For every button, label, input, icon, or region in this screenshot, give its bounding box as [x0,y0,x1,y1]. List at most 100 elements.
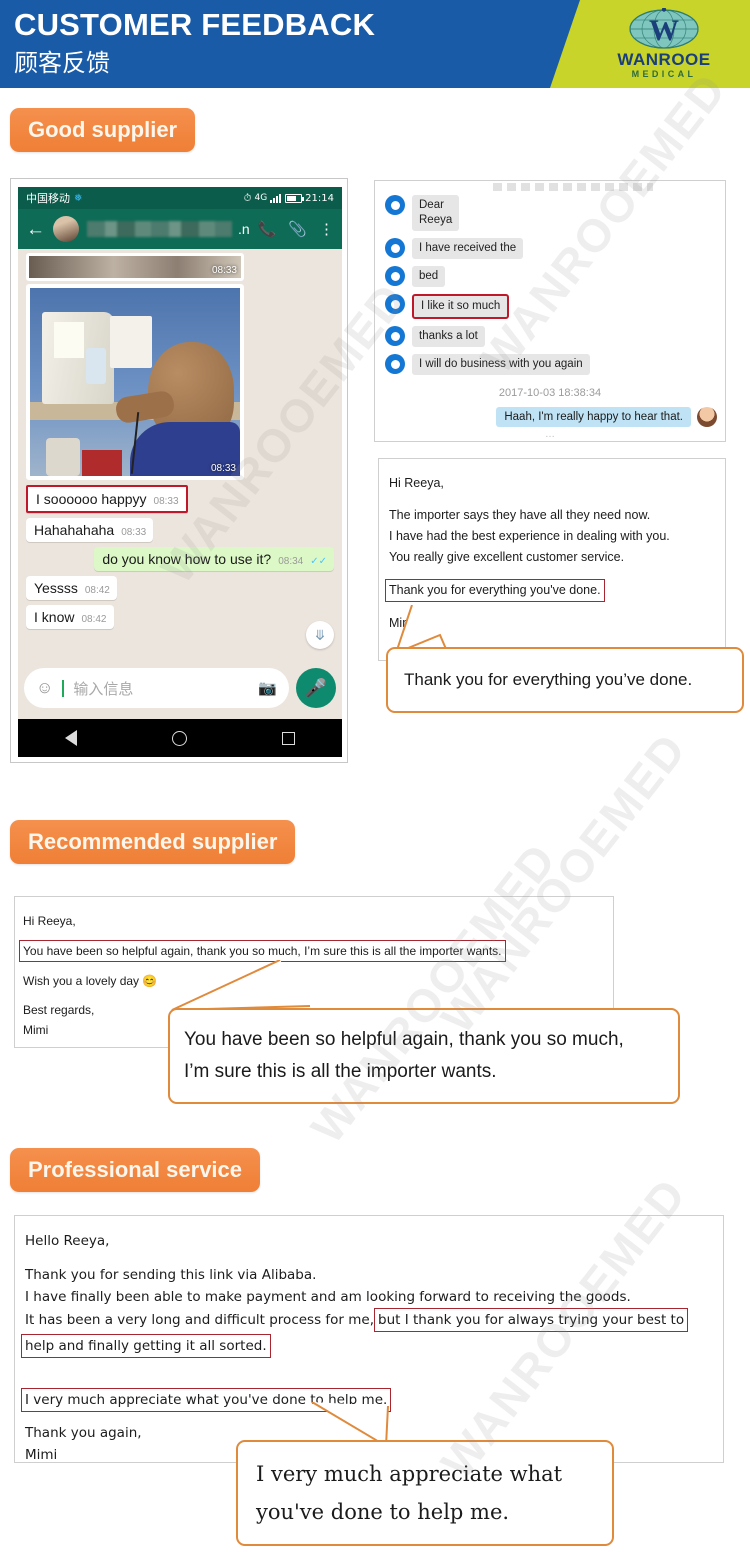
clock-label: 21:14 [305,192,334,204]
avatar [53,216,79,242]
avatar [697,407,717,427]
chat-bubble-incoming[interactable]: bed [412,266,446,287]
email-greeting: Hi Reeya, [23,914,76,928]
chat-bubble-incoming[interactable]: thanks a lot [412,326,485,347]
phone-icon[interactable]: 📞 [258,220,277,238]
avatar [385,195,405,215]
email-line: I have finally been able to make payment… [25,1289,631,1305]
header-title-group: CUSTOMER FEEDBACK 顾客反馈 [14,4,375,80]
message-text: I know [34,609,75,625]
microphone-icon[interactable]: 🎤 [296,668,336,708]
brand-logo: W WANROOE MEDICAL [578,0,750,88]
chat-bubble-incoming[interactable]: Hahahahaha 08:33 [26,518,154,542]
avatar [385,238,405,258]
email-greeting: Hello Reeya, [25,1233,110,1249]
web-chat-screenshot: Dear Reeya I have received the bed I lik… [374,180,726,442]
chat-row: do you know how to use it? 08:34 ✓✓ [26,542,334,571]
email-line: I have had the best experience in dealin… [389,529,670,543]
chat-bubble-incoming[interactable]: Yessss 08:42 [26,576,117,600]
paperclip-icon[interactable]: 📎 [288,220,307,238]
battery-icon [285,193,305,203]
message-text: Hahahahaha [34,522,115,538]
email-line: Thank you for sending this link via Alib… [25,1267,317,1283]
home-nav-icon[interactable] [171,730,187,746]
message-input-placeholder: 输入信息 [73,679,134,698]
cut-off-text: … [545,429,555,440]
badge-label: Recommended supplier [10,820,296,864]
back-nav-icon[interactable] [65,730,78,746]
message-text: Yessss [34,580,78,596]
image-message-analyzer-photo[interactable]: 08:33 [26,284,244,480]
section-header-professional-service: Professional service [0,1148,261,1192]
message-time: 08:33 [121,527,147,538]
callout-text-line-1: I very much appreciate what [256,1462,563,1486]
chat-bubble-incoming[interactable]: I like it so much [412,294,510,319]
signal-icon [270,193,282,203]
chat-row-outgoing: Haah, I'm really happy to hear that. [375,407,725,427]
callout-recommended-supplier: You have been so helpful again, thank yo… [168,1008,680,1104]
carrier-label: 中国移动 [26,192,70,205]
chat-row: I have received the [375,238,725,259]
highlighted-text: but I thank you for always trying your b… [374,1308,689,1332]
message-text: I soooooo happyy [36,491,147,507]
back-arrow-icon[interactable]: ← [26,220,45,239]
email-line: The importer says they have all they nee… [389,508,651,522]
globe-icon: W [627,8,701,50]
wish-text: Wish you a lovely day [23,974,140,988]
chat-timestamp: 2017-10-03 18:38:34 [498,387,602,399]
chat-row: Dear Reeya [375,195,725,231]
chat-row: bed [375,266,725,287]
avatar [385,354,405,374]
section-header-recommended-supplier: Recommended supplier [0,820,296,864]
image-message-partial[interactable]: 08:33 [26,253,244,281]
logo-brand-tagline: MEDICAL [631,69,697,79]
chat-row: I soooooo happyy 08:33 [26,480,334,513]
svg-text:W: W [649,14,679,47]
badge-label: Professional service [10,1148,261,1192]
chat-row: thanks a lot [375,326,725,347]
chat-bubble-outgoing[interactable]: do you know how to use it? 08:34 ✓✓ [94,547,334,571]
callout-professional-service: I very much appreciate what you've done … [236,1440,614,1546]
emoji-icon[interactable]: ☺ [36,678,53,698]
recents-nav-icon[interactable] [281,731,295,745]
email-greeting: Hi Reeya, [389,476,444,490]
android-nav-bar [18,719,342,757]
callout-text-line-2: I’m sure this is all the importer wants. [184,1061,497,1082]
avatar [385,326,405,346]
logo-brand-name: WANROOE [617,50,711,69]
chat-message-list[interactable]: 08:33 08:33 I soooooo happyy 08:33 Hahah… [18,249,342,657]
avatar [385,266,405,286]
alarm-icon: ⏱ [243,192,252,204]
chat-bubble-outgoing[interactable]: Haah, I'm really happy to hear that. [496,407,691,427]
message-time: 08:33 [211,265,237,276]
email-line: You really give excellent customer servi… [389,550,625,564]
chevron-double-down-icon[interactable]: ⤋ [306,621,334,649]
highlighted-text: You have been so helpful again, thank yo… [19,940,506,962]
message-time: 08:42 [84,585,110,596]
bluetooth-icon: ❅ [74,192,83,204]
message-input[interactable]: ☺ 输入信息 📷 [24,668,289,708]
message-text: do you know how to use it? [102,551,272,567]
chat-row: Hahahahaha 08:33 [26,513,334,542]
more-vertical-icon[interactable]: ⋮ [319,220,334,238]
smiley-face-icon: 😊 [142,974,158,988]
phone-status-bar: 中国移动 ❅ ⏱ 4G 21:14 [18,187,342,209]
camera-icon[interactable]: 📷 [258,679,277,697]
text-caret [62,679,65,697]
badge-label: Good supplier [10,108,196,152]
email-line: It has been a very long and difficult pr… [25,1308,713,1332]
chat-bubble-incoming[interactable]: Dear Reeya [412,195,460,231]
chat-bubble-incoming[interactable]: I know 08:42 [26,605,114,629]
chat-app-bar: ← .n 📞 📎 ⋮ [18,209,342,249]
chat-row: I like it so much [375,294,725,319]
chat-bubble-incoming[interactable]: I will do business with you again [412,354,590,375]
highlighted-text: Thank you for everything you've done. [385,579,605,602]
chat-row: I will do business with you again [375,354,725,375]
chat-bubble-incoming[interactable]: I soooooo happyy 08:33 [26,485,188,513]
network-label: 4G [254,193,268,203]
avatar [385,294,405,314]
read-receipt-icon: ✓✓ [310,556,327,567]
message-time: 08:42 [81,614,107,625]
cut-off-text [493,183,653,191]
chat-bubble-incoming[interactable]: I have received the [412,238,524,259]
